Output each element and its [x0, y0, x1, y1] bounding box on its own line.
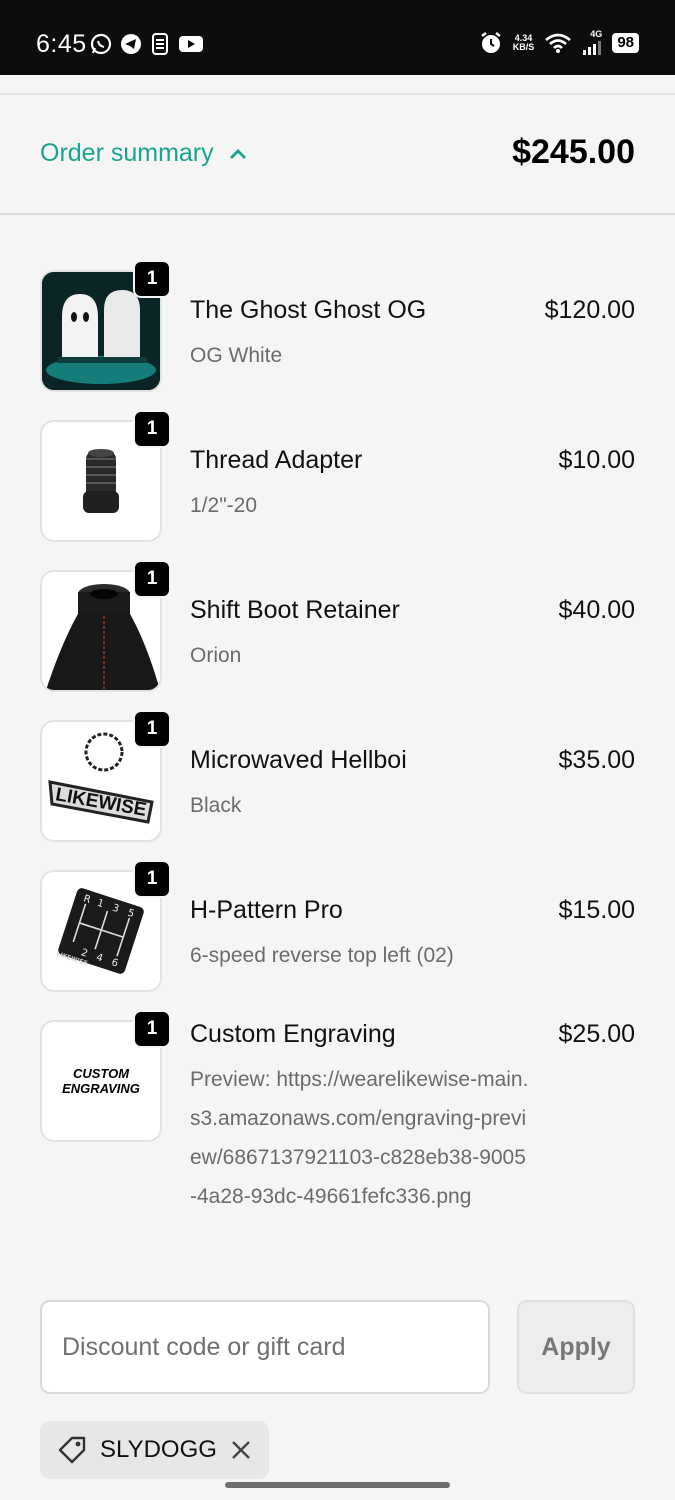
- order-total: $245.00: [512, 133, 635, 171]
- network-speed: 4.34 KB/S: [512, 32, 535, 52]
- chevron-up-icon: [229, 148, 246, 159]
- wifi-icon: [545, 33, 572, 53]
- order-summary-toggle[interactable]: Order summary: [40, 139, 248, 168]
- signal-icon: [583, 41, 602, 55]
- custom-engraving-label-line1: CUSTOM: [72, 1066, 130, 1081]
- product-variant: Black: [190, 794, 242, 817]
- order-summary-label: Order summary: [40, 139, 214, 167]
- product-variant: 1/2"-20: [190, 494, 257, 517]
- order-summary-header: Order summary $245.00: [0, 95, 675, 215]
- quantity-badge: 1: [133, 410, 171, 448]
- product-name: The Ghost Ghost OG: [190, 296, 427, 324]
- discount-code-input[interactable]: [40, 1300, 490, 1394]
- product-name: Microwaved Hellboi: [190, 746, 407, 774]
- alarm-icon: [481, 31, 501, 53]
- product-price: $120.00: [544, 296, 635, 324]
- keychain-text: LIKEWISE: [54, 784, 148, 821]
- product-price: $35.00: [558, 746, 635, 774]
- discount-code-label: SLYDOGG: [100, 1436, 217, 1463]
- product-name: Custom Engraving: [190, 1020, 396, 1048]
- thread-adapter-image: [83, 449, 119, 513]
- product-price: $25.00: [558, 1020, 635, 1048]
- remove-discount-button[interactable]: [229, 1438, 253, 1462]
- telegram-icon: [121, 34, 141, 54]
- status-time: 6:45: [36, 30, 87, 58]
- product-price: $15.00: [558, 896, 635, 924]
- product-variant: Preview: https://wearelikewise-main.s3.a…: [190, 1068, 529, 1208]
- close-icon: [232, 1441, 250, 1459]
- system-icons: 4.34 KB/S 4G 98: [479, 30, 639, 55]
- product-variant: 6-speed reverse top left (02): [190, 944, 454, 967]
- quantity-badge: 1: [133, 860, 171, 898]
- quantity-badge: 1: [133, 260, 171, 298]
- product-name: Thread Adapter: [190, 446, 363, 474]
- quantity-badge: 1: [133, 710, 171, 748]
- product-price: $40.00: [558, 596, 635, 624]
- product-variant: Orion: [190, 644, 242, 667]
- custom-engraving-label-line2: ENGRAVING: [62, 1081, 140, 1096]
- app-icon: [152, 33, 168, 55]
- network-type: 4G: [590, 29, 603, 39]
- quantity-badge: 1: [133, 560, 171, 598]
- youtube-icon: [179, 36, 203, 52]
- product-variant: OG White: [190, 344, 283, 367]
- whatsapp-icon: [90, 33, 112, 55]
- applied-discount-chip: SLYDOGG: [40, 1421, 269, 1479]
- product-name: Shift Boot Retainer: [190, 596, 400, 624]
- tag-icon: [58, 1436, 86, 1464]
- notification-icons: [90, 32, 204, 56]
- home-indicator[interactable]: [225, 1482, 450, 1488]
- apply-button[interactable]: Apply: [517, 1300, 635, 1394]
- battery-icon: 98: [612, 32, 639, 53]
- product-price: $10.00: [558, 446, 635, 474]
- quantity-badge: 1: [133, 1010, 171, 1048]
- product-name: H-Pattern Pro: [190, 896, 343, 924]
- status-bar: 6:45 4.34 KB/S 4G 98: [0, 0, 675, 75]
